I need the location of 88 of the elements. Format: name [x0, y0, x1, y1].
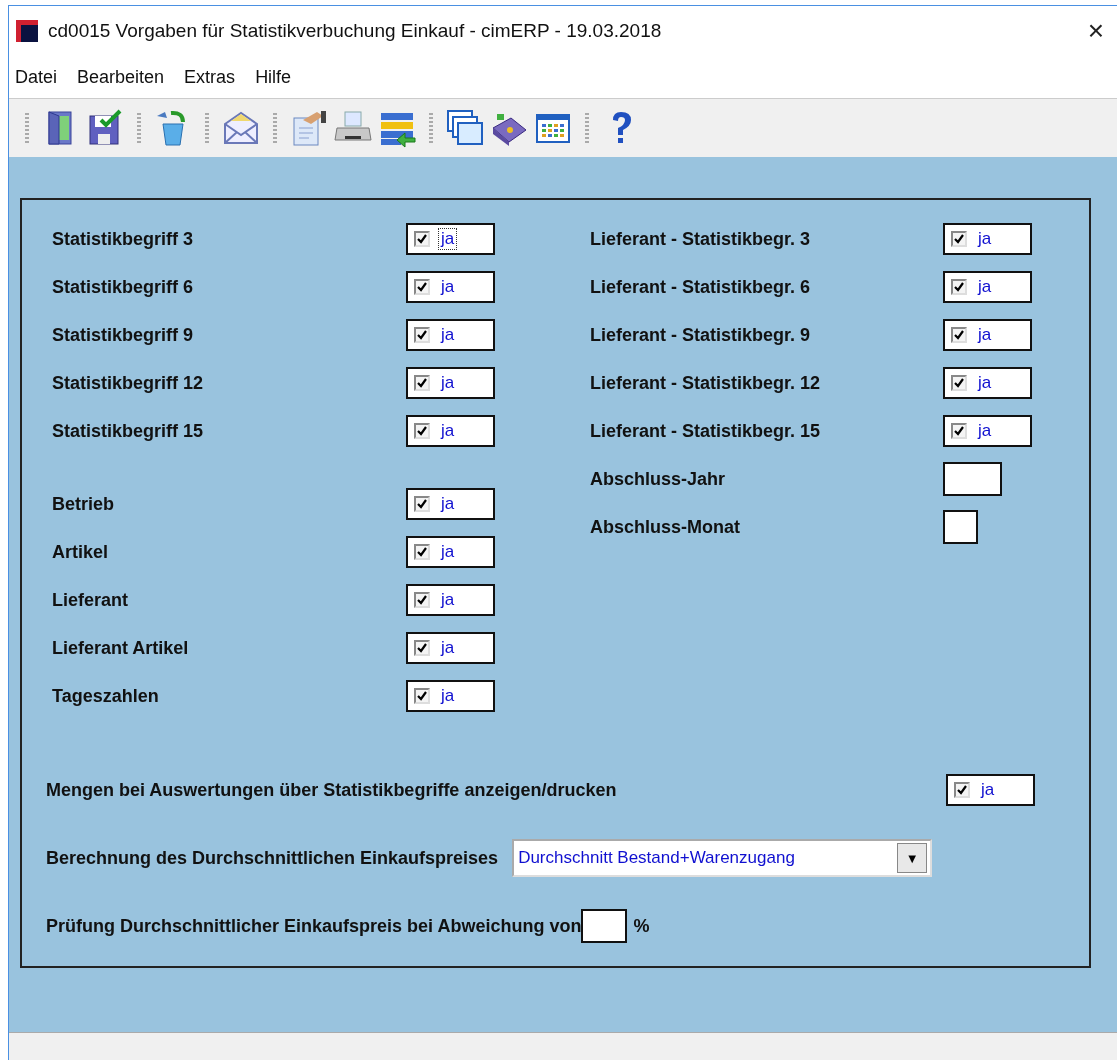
checkbox-field[interactable]: ja: [406, 271, 495, 303]
checkbox[interactable]: [954, 782, 970, 798]
toolbar-grip[interactable]: [25, 113, 29, 143]
checkbox-field[interactable]: ja: [946, 774, 1035, 806]
checkbox-label: ja: [976, 420, 993, 442]
checkbox-label: ja: [438, 228, 458, 250]
checkbox[interactable]: [414, 231, 430, 247]
field-label: Statistikbegriff 15: [52, 420, 205, 442]
checkbox[interactable]: [414, 592, 430, 608]
checkbox[interactable]: [414, 688, 430, 704]
checkbox-label: ja: [439, 372, 456, 394]
checkbox-field[interactable]: ja: [406, 536, 495, 568]
field-label: Lieferant Artikel: [52, 637, 190, 659]
field-label: Lieferant: [52, 589, 130, 611]
checkbox-label: ja: [976, 228, 993, 250]
dropdown-arrow-button[interactable]: ▼: [897, 843, 928, 873]
input-field[interactable]: [943, 462, 1002, 496]
checkbox-label: ja: [439, 493, 456, 515]
checkbox-label: ja: [976, 276, 993, 298]
close-button[interactable]: ×: [1087, 15, 1104, 47]
field-label: Lieferant - Statistikbegr. 3: [590, 228, 812, 250]
checkbox-label: ja: [439, 685, 456, 707]
checkbox-label: ja: [439, 420, 456, 442]
checkbox-label: ja: [439, 541, 456, 563]
checkbox-field[interactable]: ja: [943, 415, 1032, 447]
checkbox[interactable]: [414, 279, 430, 295]
field-label: Statistikbegriff 3: [52, 228, 195, 250]
checkbox-field[interactable]: ja: [406, 488, 495, 520]
checkbox[interactable]: [951, 279, 967, 295]
field-label: Tageszahlen: [52, 685, 160, 707]
field-label: Prüfung Durchschnittlicher Einkaufspreis bei Abweichung von: [46, 915, 582, 937]
checkbox[interactable]: [951, 375, 967, 391]
input-field[interactable]: [943, 510, 978, 544]
checkbox[interactable]: [414, 640, 430, 656]
menu-item[interactable]: Bearbeiten: [77, 66, 165, 88]
checkbox[interactable]: [414, 423, 430, 439]
field-label: Lieferant - Statistikbegr. 15: [590, 420, 822, 442]
unit-label: %: [633, 915, 650, 937]
checkbox-field[interactable]: ja: [943, 271, 1032, 303]
checkbox-label: ja: [976, 324, 993, 346]
checkbox-field[interactable]: ja: [406, 632, 495, 664]
field-label: Artikel: [52, 541, 110, 563]
checkbox-label: ja: [439, 324, 456, 346]
checkbox-field[interactable]: ja: [406, 415, 495, 447]
checkbox[interactable]: [951, 327, 967, 343]
checkbox[interactable]: [951, 231, 967, 247]
app-logo-icon: [16, 20, 38, 42]
field-label: Betrieb: [52, 493, 115, 515]
input-field[interactable]: [581, 909, 628, 943]
field-label: Abschluss-Monat: [590, 516, 741, 538]
toolbar-grip[interactable]: [137, 113, 141, 143]
menu-item[interactable]: Datei: [15, 66, 58, 88]
checkbox[interactable]: [414, 496, 430, 512]
checkbox-field[interactable]: ja: [943, 223, 1032, 255]
dropdown[interactable]: Durchschnitt Bestand+Warenzugang ▼: [512, 839, 933, 877]
checkbox-label: ja: [439, 637, 456, 659]
toolbar-grip[interactable]: [273, 113, 277, 143]
checkbox-field[interactable]: ja: [406, 680, 495, 712]
stacked-windows-icon[interactable]: [445, 108, 485, 148]
checkbox-field[interactable]: ja: [406, 319, 495, 351]
field-label: Abschluss-Jahr: [590, 468, 727, 490]
checkbox-field[interactable]: ja: [406, 367, 495, 399]
checkbox[interactable]: [414, 375, 430, 391]
checkbox-label: ja: [979, 779, 996, 801]
checkbox-field[interactable]: ja: [406, 223, 495, 255]
checkbox-label: ja: [439, 589, 456, 611]
field-label: Berechnung des Durchschnittlichen Einkaufspreises: [46, 847, 499, 869]
field-label: Statistikbegriff 9: [52, 324, 195, 346]
checkbox[interactable]: [414, 327, 430, 343]
field-label: Lieferant - Statistikbegr. 12: [590, 372, 822, 394]
window-title: cd0015 Vorgaben für Statistikverbuchung Einkauf - cimERP - 19.03.2018: [48, 20, 663, 42]
field-label: Mengen bei Auswertungen über Statistikbegriffe anzeigen/drucken: [46, 779, 618, 801]
checkbox-field[interactable]: ja: [406, 584, 495, 616]
checkbox-label: ja: [439, 276, 456, 298]
field-label: Statistikbegriff 6: [52, 276, 195, 298]
menu-item[interactable]: Extras: [184, 66, 236, 88]
checkbox-field[interactable]: ja: [943, 367, 1032, 399]
checkbox-field[interactable]: ja: [943, 319, 1032, 351]
field-label: Lieferant - Statistikbegr. 9: [590, 324, 812, 346]
toolbar-grip[interactable]: [205, 113, 209, 143]
menu-item[interactable]: Hilfe: [255, 66, 292, 88]
toolbar-grip[interactable]: [585, 113, 589, 143]
toolbar-grip[interactable]: [429, 113, 433, 143]
checkbox[interactable]: [414, 544, 430, 560]
field-label: Statistikbegriff 12: [52, 372, 205, 394]
checkbox[interactable]: [951, 423, 967, 439]
checkbox-label: ja: [976, 372, 993, 394]
field-label: Lieferant - Statistikbegr. 6: [590, 276, 812, 298]
